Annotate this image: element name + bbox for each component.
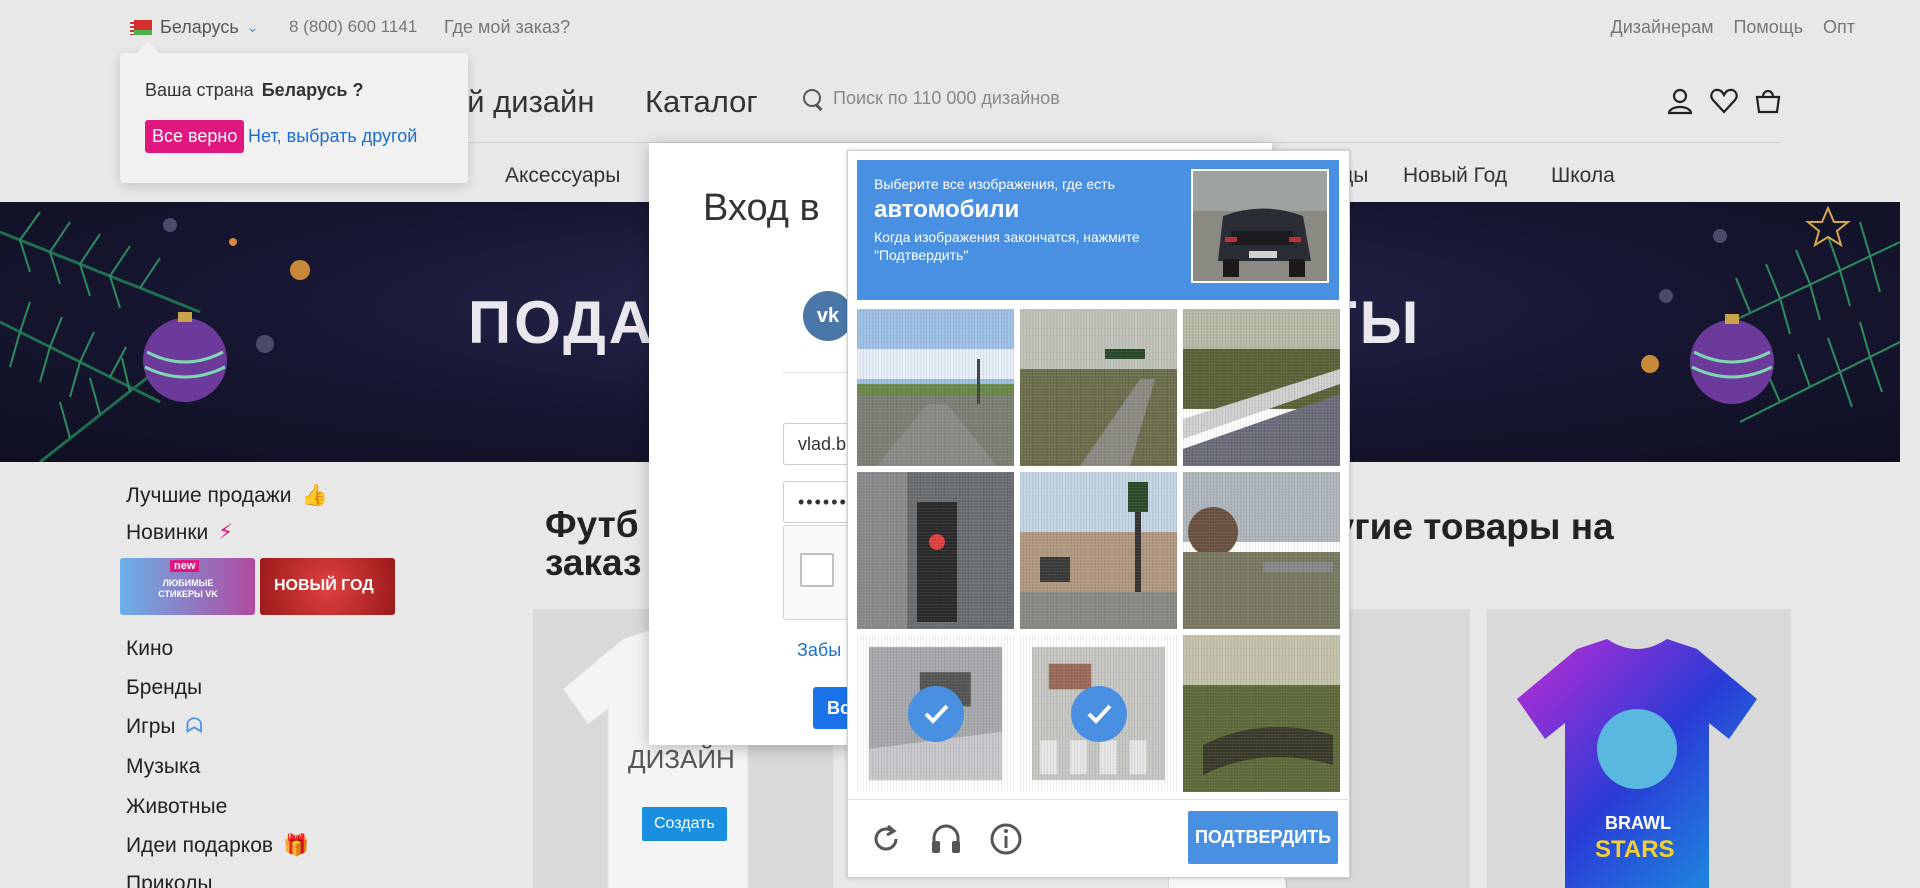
card-design-label: ДИЗАЙН	[628, 744, 735, 774]
captcha-image-grid	[857, 309, 1341, 793]
create-design-link[interactable]: ой дизайн	[450, 84, 594, 120]
phone-link[interactable]: 8 (800) 600 1141	[289, 17, 417, 37]
top-bar: Беларусь ⌄ 8 (800) 600 1141 Где мой зака…	[0, 0, 1920, 54]
captcha-instruction-line: Выберите все изображения, где есть	[874, 176, 1115, 192]
top-links: Дизайнерам Помощь Опт	[1611, 17, 1855, 38]
sidebar-item-animals[interactable]: Животные	[126, 795, 227, 819]
forgot-password-link[interactable]: Забы	[797, 640, 841, 661]
captcha-tile[interactable]	[1183, 309, 1340, 466]
cart-icon[interactable]	[1753, 86, 1783, 116]
order-tracking-link[interactable]: Где мой заказ?	[444, 17, 570, 38]
sidebar-item-label: Игры	[126, 715, 176, 738]
captcha-sample-image	[1191, 169, 1329, 283]
sidebar-item-label: Новинки	[126, 520, 209, 544]
captcha-tile[interactable]	[1020, 309, 1177, 466]
country-selector[interactable]: Беларусь ⌄	[130, 17, 258, 38]
banner-title-left: ПОДА	[468, 289, 656, 356]
country-question: Ваша страна Беларусь ?	[145, 80, 364, 100]
recaptcha-checkbox[interactable]	[800, 553, 834, 587]
captcha-footer-divider	[848, 799, 1351, 800]
svg-text:STARS: STARS	[1595, 836, 1675, 863]
chevron-down-icon: ⌄	[246, 19, 259, 35]
captcha-tile[interactable]	[1020, 472, 1177, 629]
captcha-tile-selected[interactable]	[857, 635, 1014, 792]
heart-icon[interactable]	[1709, 86, 1739, 116]
country-label: Беларусь	[160, 17, 239, 37]
sidebar-item-best-sellers[interactable]: Лучшие продажи 👍	[126, 484, 328, 508]
new-year-tile[interactable]: НОВЫЙ ГОД	[260, 558, 395, 615]
sidebar-item-label: Идеи подарков	[126, 834, 274, 857]
country-confirm-popover: Ваша страна Беларусь ? Все верно Нет, выб…	[120, 53, 468, 183]
captcha-verify-button[interactable]: ПОДТВЕРДИТЬ	[1188, 811, 1338, 864]
confirm-country-button[interactable]: Все верно	[145, 120, 245, 153]
reload-icon[interactable]	[868, 821, 904, 857]
sidebar-item-label: Лучшие продажи	[126, 484, 292, 507]
header-icons	[1665, 86, 1783, 116]
sidebar-item-new[interactable]: Новинки ⚡	[126, 520, 233, 545]
sidebar-item-games[interactable]: Игры ᗣ	[126, 715, 203, 739]
search-icon	[803, 88, 823, 109]
audio-challenge-icon[interactable]	[928, 821, 964, 857]
checkmark-icon	[1070, 685, 1127, 742]
search-bar[interactable]: Поиск по 110 000 дизайнов	[803, 88, 1060, 109]
tile-label: НОВЫЙ ГОД	[274, 577, 374, 594]
captcha-instructions: Выберите все изображения, где есть автом…	[857, 160, 1339, 300]
ghost-icon: ᗣ	[185, 715, 203, 738]
nav-school[interactable]: Школа	[1551, 164, 1615, 188]
checkmark-icon	[907, 685, 964, 742]
captcha-tile[interactable]	[857, 309, 1014, 466]
captcha-tile[interactable]	[1183, 472, 1340, 629]
info-icon[interactable]	[988, 821, 1024, 857]
login-title: Вход в	[703, 187, 820, 229]
sidebar-item-gift-ideas[interactable]: Идеи подарков 🎁	[126, 834, 309, 858]
gift-icon: 🎁	[283, 834, 310, 857]
vk-login-icon[interactable]: vk	[803, 291, 853, 341]
product-card-brawl-stars[interactable]: BRAWL STARS	[1487, 609, 1791, 888]
lightning-icon: ⚡	[218, 521, 233, 544]
belarus-flag-icon	[130, 20, 152, 35]
nav-new-year[interactable]: Новый Год	[1403, 164, 1507, 188]
svg-text:BRAWL: BRAWL	[1605, 813, 1671, 833]
wholesale-link[interactable]: Опт	[1823, 17, 1855, 38]
thumbs-up-icon: 👍	[301, 484, 328, 507]
captcha-hint: Когда изображения закончатся, нажмите "П…	[874, 229, 1140, 263]
captcha-tile[interactable]	[1183, 635, 1340, 792]
sidebar-item-music[interactable]: Музыка	[126, 755, 200, 779]
sidebar-item-brands[interactable]: Бренды	[126, 676, 202, 700]
fir-branch-right-image	[1641, 205, 1900, 423]
country-name: Беларусь ?	[261, 80, 364, 100]
new-badge: new	[170, 560, 200, 572]
section-title-left: Футб заказ	[545, 504, 642, 583]
help-link[interactable]: Помощь	[1733, 17, 1803, 38]
user-icon[interactable]	[1665, 86, 1695, 116]
captcha-target-word: автомобили	[874, 196, 1020, 223]
recaptcha-challenge: Выберите все изображения, где есть автом…	[847, 150, 1351, 878]
catalog-link[interactable]: Каталог	[645, 84, 758, 120]
captcha-tile[interactable]	[857, 472, 1014, 629]
brawl-stars-tshirt-image: BRAWL STARS	[1517, 639, 1757, 888]
tile-label: ЛЮБИМЫЕ СТИКЕРЫ VK	[158, 578, 218, 599]
captcha-footer-icons	[868, 821, 1024, 857]
stickers-vk-tile[interactable]: new ЛЮБИМЫЕ СТИКЕРЫ VK	[120, 558, 255, 615]
nav-accessories[interactable]: Аксессуары	[505, 164, 620, 188]
create-button[interactable]: Создать	[642, 807, 727, 841]
fir-branch-left-image	[0, 211, 310, 462]
sidebar-item-jokes[interactable]: Приколы	[126, 872, 213, 888]
search-input[interactable]: Поиск по 110 000 дизайнов	[833, 88, 1060, 109]
sidebar-item-cinema[interactable]: Кино	[126, 637, 173, 661]
captcha-tile-selected[interactable]	[1020, 635, 1177, 792]
choose-other-country-link[interactable]: Нет, выбрать другой	[248, 126, 417, 147]
designers-link[interactable]: Дизайнерам	[1611, 17, 1714, 38]
